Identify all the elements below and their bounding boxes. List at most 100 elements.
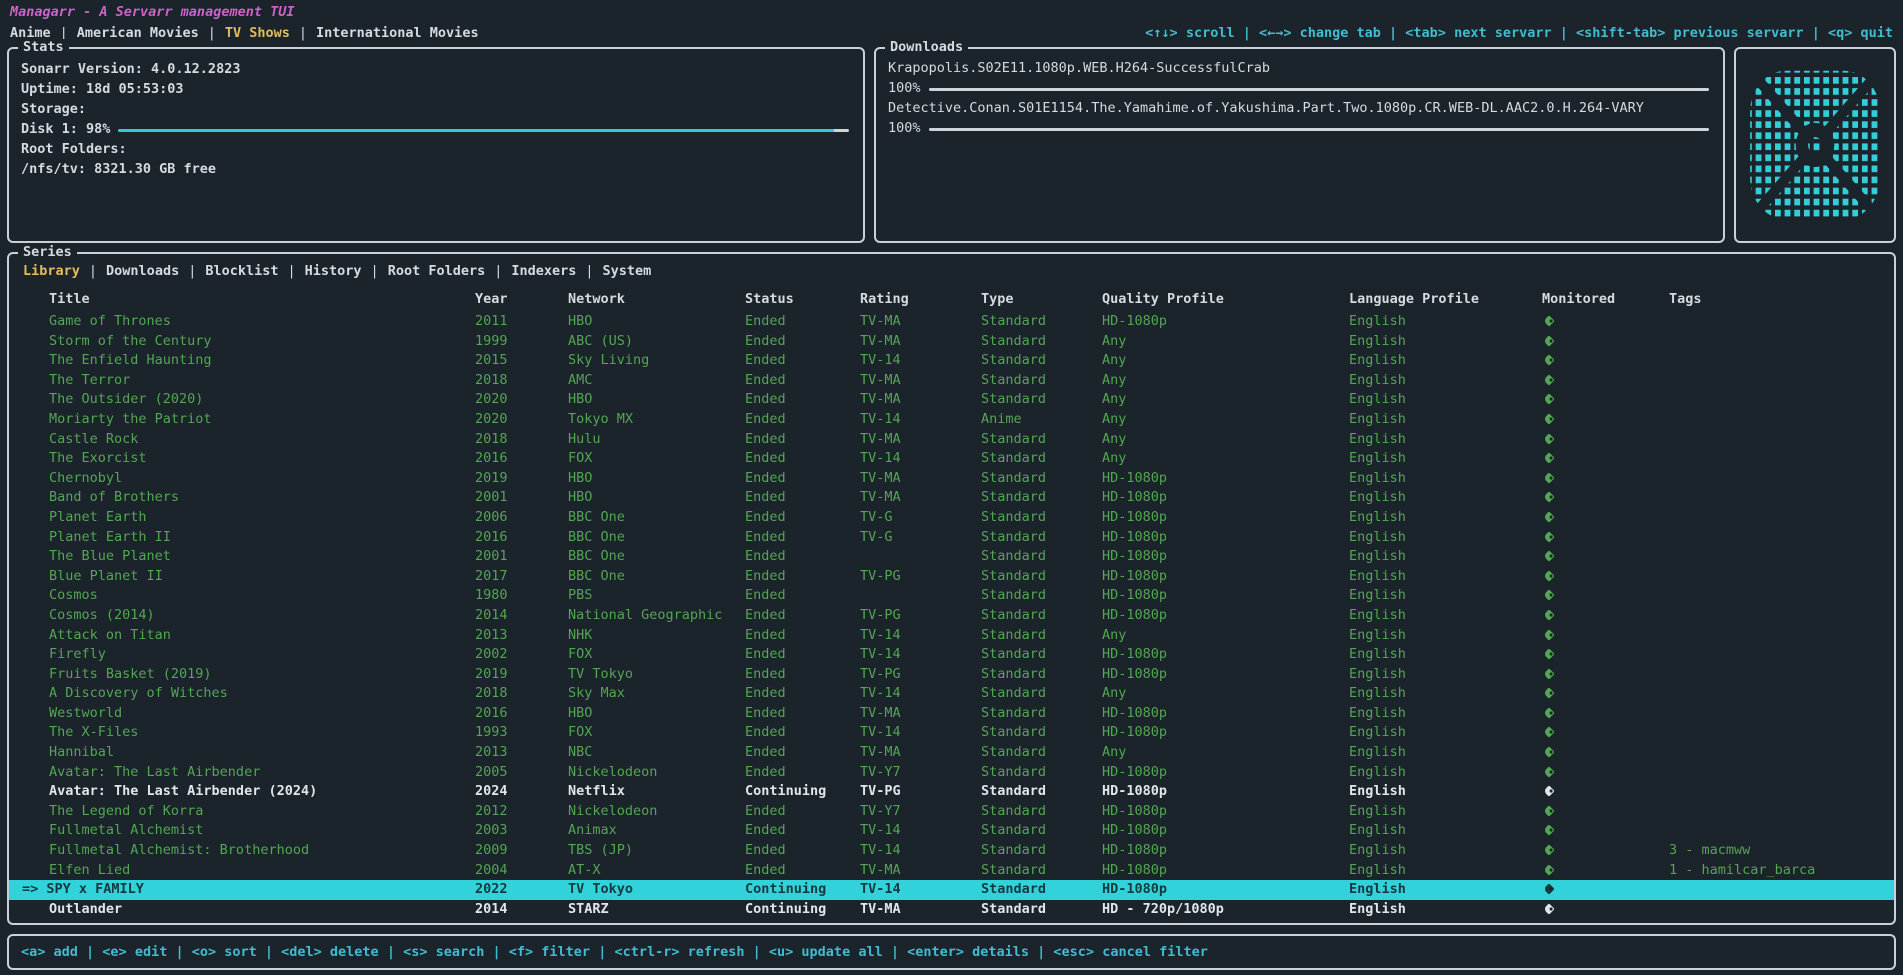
- table-row[interactable]: Storm of the Century1999ABC (US)EndedTV-…: [9, 332, 1894, 352]
- cell-title: Fullmetal Alchemist: [49, 821, 475, 841]
- cell-tags: [1669, 626, 1894, 646]
- servarr-tab-tv-shows[interactable]: TV Shows: [225, 25, 290, 41]
- cell-type: Standard: [981, 508, 1102, 528]
- series-tab-downloads[interactable]: Downloads: [106, 263, 179, 279]
- series-tab-root-folders[interactable]: Root Folders: [388, 263, 486, 279]
- cell-tags: [1669, 645, 1894, 665]
- download-progress-gauge: [929, 88, 1709, 91]
- cell-title: The Enfield Haunting: [49, 351, 475, 371]
- cell-language: English: [1349, 782, 1542, 802]
- table-row[interactable]: Blue Planet II2017BBC OneEndedTV-PGStand…: [9, 567, 1894, 587]
- separator: |: [208, 25, 216, 41]
- cell-tags: [1669, 469, 1894, 489]
- separator: |: [379, 944, 403, 960]
- series-tab-indexers[interactable]: Indexers: [511, 263, 576, 279]
- cell-rating: TV-MA: [860, 371, 981, 391]
- table-row[interactable]: Elfen Lied2004AT-XEndedTV-MAStandardHD-1…: [9, 861, 1894, 881]
- column-header-status: Status: [745, 286, 860, 312]
- table-row[interactable]: Band of Brothers2001HBOEndedTV-MAStandar…: [9, 488, 1894, 508]
- table-row[interactable]: Fullmetal Alchemist: Brotherhood2009TBS …: [9, 841, 1894, 861]
- table-row[interactable]: Hannibal2013NBCEndedTV-MAStandardAnyEngl…: [9, 743, 1894, 763]
- cell-rating: TV-MA: [860, 332, 981, 352]
- cell-title: Chernobyl: [49, 469, 475, 489]
- hint-label: previous servarr: [1665, 25, 1803, 41]
- column-header-quality-profile: Quality Profile: [1102, 286, 1349, 312]
- hint-search: <s> search: [403, 944, 484, 960]
- monitored-tag-icon: [1543, 492, 1554, 503]
- table-row[interactable]: Avatar: The Last Airbender2005Nickelodeo…: [9, 763, 1894, 783]
- cell-type: Standard: [981, 880, 1102, 900]
- cell-monitored: [1542, 410, 1669, 430]
- table-row[interactable]: Cosmos (2014)2014National GeographicEnde…: [9, 606, 1894, 626]
- cell-tags: [1669, 488, 1894, 508]
- cell-language: English: [1349, 645, 1542, 665]
- downloads-list: Krapopolis.S02E11.1080p.WEB.H264-Success…: [888, 58, 1711, 138]
- table-row[interactable]: Firefly2002FOXEndedTV-14StandardHD-1080p…: [9, 645, 1894, 665]
- cell-network: National Geographic: [568, 606, 745, 626]
- table-row[interactable]: => SPY x FAMILY2022TV TokyoContinuingTV-…: [9, 880, 1894, 900]
- cell-type: Standard: [981, 743, 1102, 763]
- table-row[interactable]: Chernobyl2019HBOEndedTV-MAStandardHD-108…: [9, 469, 1894, 489]
- table-row[interactable]: Westworld2016HBOEndedTV-MAStandardHD-108…: [9, 704, 1894, 724]
- cell-quality: HD-1080p: [1102, 802, 1349, 822]
- cell-monitored: [1542, 586, 1669, 606]
- cell-rating: [860, 547, 981, 567]
- monitored-tag-icon: [1543, 884, 1554, 895]
- table-row[interactable]: Fruits Basket (2019)2019TV TokyoEndedTV-…: [9, 665, 1894, 685]
- monitored-tag-icon: [1543, 746, 1554, 757]
- servarr-tab-american-movies[interactable]: American Movies: [77, 25, 199, 41]
- table-row[interactable]: The Terror2018AMCEndedTV-MAStandardAnyEn…: [9, 371, 1894, 391]
- table-row[interactable]: The Blue Planet2001BBC OneEndedStandardH…: [9, 547, 1894, 567]
- table-row[interactable]: Planet Earth2006BBC OneEndedTV-GStandard…: [9, 508, 1894, 528]
- cell-type: Standard: [981, 626, 1102, 646]
- cell-status: Ended: [745, 469, 860, 489]
- series-tab-system[interactable]: System: [603, 263, 652, 279]
- cell-network: TV Tokyo: [568, 880, 745, 900]
- table-row[interactable]: Planet Earth II2016BBC OneEndedTV-GStand…: [9, 528, 1894, 548]
- hint-label: delete: [322, 944, 379, 960]
- cell-title: Attack on Titan: [49, 626, 475, 646]
- cell-status: Ended: [745, 488, 860, 508]
- hint-label: edit: [127, 944, 168, 960]
- series-tab-history[interactable]: History: [305, 263, 362, 279]
- hint-key: <tab>: [1405, 25, 1446, 41]
- cell-quality: Any: [1102, 684, 1349, 704]
- cell-tags: [1669, 586, 1894, 606]
- cell-rating: TV-14: [860, 880, 981, 900]
- cell-network: ABC (US): [568, 332, 745, 352]
- series-table: TitleYearNetworkStatusRatingTypeQuality …: [9, 286, 1894, 919]
- table-row[interactable]: The Enfield Haunting2015Sky LivingEndedT…: [9, 351, 1894, 371]
- table-row[interactable]: Fullmetal Alchemist2003AnimaxEndedTV-14S…: [9, 821, 1894, 841]
- table-row[interactable]: The Outsider (2020)2020HBOEndedTV-MAStan…: [9, 390, 1894, 410]
- table-row[interactable]: The X-Files1993FOXEndedTV-14StandardHD-1…: [9, 723, 1894, 743]
- table-row[interactable]: Game of Thrones2011HBOEndedTV-MAStandard…: [9, 312, 1894, 332]
- cell-rating: TV-G: [860, 528, 981, 548]
- cell-network: Netflix: [568, 782, 745, 802]
- table-row[interactable]: Outlander2014STARZContinuingTV-MAStandar…: [9, 900, 1894, 919]
- series-tab-blocklist[interactable]: Blocklist: [205, 263, 278, 279]
- cell-tags: [1669, 449, 1894, 469]
- monitored-tag-icon: [1543, 864, 1554, 875]
- series-tab-library[interactable]: Library: [23, 263, 80, 279]
- monitored-tag-icon: [1543, 394, 1554, 405]
- cell-network: FOX: [568, 723, 745, 743]
- table-row[interactable]: The Exorcist2016FOXEndedTV-14StandardAny…: [9, 449, 1894, 469]
- cell-language: English: [1349, 802, 1542, 822]
- cell-rating: TV-14: [860, 626, 981, 646]
- cell-tags: [1669, 763, 1894, 783]
- servarr-tab-international-movies[interactable]: International Movies: [316, 25, 479, 41]
- cell-language: English: [1349, 821, 1542, 841]
- cell-tags: [1669, 528, 1894, 548]
- cell-status: Ended: [745, 547, 860, 567]
- table-row[interactable]: Cosmos1980PBSEndedStandardHD-1080pEnglis…: [9, 586, 1894, 606]
- uptime: Uptime: 18d 05:53:03: [21, 79, 851, 99]
- cell-quality: HD-1080p: [1102, 821, 1349, 841]
- cell-year: 2005: [475, 763, 568, 783]
- table-row[interactable]: The Legend of Korra2012NickelodeonEndedT…: [9, 802, 1894, 822]
- table-row[interactable]: Avatar: The Last Airbender (2024)2024Net…: [9, 782, 1894, 802]
- cell-language: English: [1349, 586, 1542, 606]
- table-row[interactable]: Moriarty the Patriot2020Tokyo MXEndedTV-…: [9, 410, 1894, 430]
- table-row[interactable]: Attack on Titan2013NHKEndedTV-14Standard…: [9, 626, 1894, 646]
- table-row[interactable]: Castle Rock2018HuluEndedTV-MAStandardAny…: [9, 430, 1894, 450]
- table-row[interactable]: A Discovery of Witches2018Sky MaxEndedTV…: [9, 684, 1894, 704]
